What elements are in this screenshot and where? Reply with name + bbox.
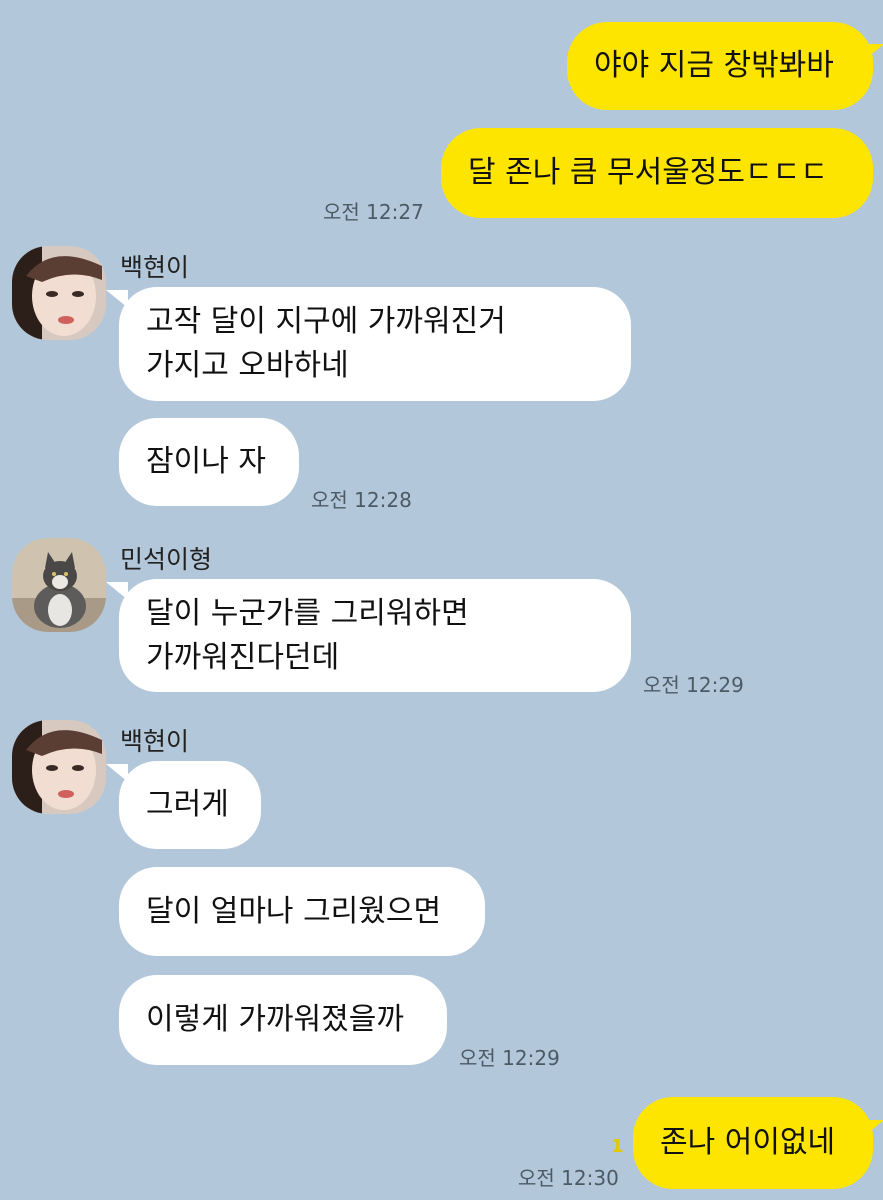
baekhyun-avatar[interactable]: [12, 720, 106, 814]
message-timestamp: 오전 12:28: [311, 488, 412, 512]
message-text: 달이 얼마나 그리웠으면: [146, 893, 442, 929]
minseok-avatar[interactable]: [12, 538, 106, 632]
message-timestamp: 오전 12:27: [323, 200, 424, 224]
message-text: 달 존나 큼 무서울정도ㄷㄷㄷ: [468, 155, 828, 190]
chat-room: 야야 지금 창밖봐바 달 존나 큼 무서울정도ㄷㄷㄷ 오전 12:27 백현이 …: [0, 0, 883, 1200]
message-text: 잠이나 자: [146, 444, 266, 479]
my-message-bubble[interactable]: 존나 어이없네: [633, 1097, 873, 1189]
message-timestamp: 오전 12:29: [643, 673, 744, 697]
my-message-bubble[interactable]: 달 존나 큼 무서울정도ㄷㄷㄷ: [441, 128, 873, 218]
message-text-line: 고작 달이 지구에 가까워진거: [146, 304, 506, 339]
bubble-tail: [862, 1120, 883, 1138]
message-text-line: 달이 누군가를 그리워하면: [146, 595, 469, 631]
person-avatar-icon: [12, 720, 106, 814]
their-message-bubble[interactable]: 고작 달이 지구에 가까워진거 가지고 오바하네: [119, 287, 631, 401]
sender-name: 백현이: [120, 727, 190, 756]
message-timestamp: 오전 12:29: [459, 1046, 560, 1070]
sender-name: 민석이형: [120, 545, 213, 574]
message-text: 야야 지금 창밖봐바: [594, 48, 834, 83]
sender-name: 백현이: [120, 253, 190, 282]
message-text: 존나 어이없네: [660, 1125, 836, 1160]
their-message-bubble[interactable]: 이렇게 가까워졌을까: [119, 975, 447, 1065]
message-text-line: 가지고 오바하네: [146, 348, 349, 383]
baekhyun-avatar[interactable]: [12, 246, 106, 340]
their-message-bubble[interactable]: 잠이나 자: [119, 418, 299, 506]
person-avatar-icon: [12, 246, 106, 340]
unread-count-badge: 1: [611, 1136, 624, 1157]
my-message-bubble[interactable]: 야야 지금 창밖봐바: [567, 22, 873, 110]
bubble-tail: [862, 44, 883, 62]
message-text-line: 가까워진다던데: [146, 639, 340, 675]
their-message-bubble[interactable]: 그러게: [119, 761, 261, 849]
message-text: 이렇게 가까워졌을까: [146, 1002, 404, 1037]
cat-avatar-icon: [12, 538, 106, 632]
their-message-bubble[interactable]: 달이 얼마나 그리웠으면: [119, 867, 485, 956]
message-timestamp: 오전 12:30: [518, 1166, 619, 1190]
their-message-bubble[interactable]: 달이 누군가를 그리워하면 가까워진다던데: [119, 579, 631, 692]
message-text: 그러게: [146, 787, 229, 822]
